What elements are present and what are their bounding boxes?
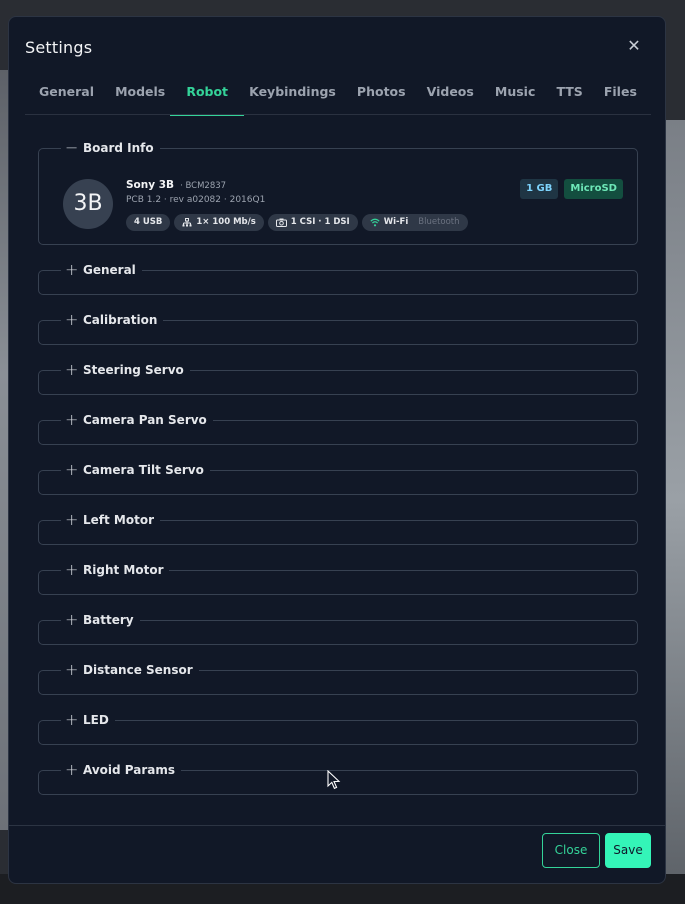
modal-title: Settings	[25, 38, 93, 57]
modal-footer: Close Save	[9, 825, 665, 883]
plus-icon: +	[65, 610, 79, 629]
tab-models[interactable]: Models	[115, 77, 165, 115]
tab-music[interactable]: Music	[495, 77, 535, 115]
section-header-battery[interactable]: + Battery	[61, 610, 140, 629]
usb-pill: 4 USB	[126, 214, 171, 231]
usb-label: 4 USB	[134, 217, 163, 227]
board-info-body: 3B Sony 3B · BCM2837 PCB 1.2 · rev a02082…	[63, 175, 623, 235]
section-title: LED	[83, 713, 109, 727]
board-badges: 1 GB MicroSD	[520, 179, 623, 199]
section-title: Steering Servo	[83, 363, 184, 377]
tab-videos[interactable]: Videos	[427, 77, 474, 115]
ethernet-label: 1× 100 Mb/s	[196, 217, 256, 227]
section-led: + LED	[38, 710, 638, 745]
board-capabilities: 4 USB 1× 100 Mb/s 1 CSI · 1 DSI Wi-Fi Bl…	[126, 214, 468, 231]
close-icon[interactable]: ✕	[627, 38, 641, 54]
section-title: Left Motor	[83, 513, 155, 527]
board-pcb-revision: PCB 1.2 · rev a02082 · 2016Q1	[126, 195, 266, 205]
section-calibration: + Calibration	[38, 310, 638, 345]
section-title: Camera Tilt Servo	[83, 463, 204, 477]
section-title: Calibration	[83, 313, 158, 327]
section-general: + General	[38, 260, 638, 295]
plus-icon: +	[65, 410, 79, 429]
wifi-label: Wi-Fi	[383, 217, 409, 227]
section-camera-tilt-servo: + Camera Tilt Servo	[38, 460, 638, 495]
plus-icon: +	[65, 460, 79, 479]
bluetooth-label: Bluetooth	[418, 217, 460, 227]
ram-badge: 1 GB	[520, 179, 559, 199]
plus-icon: +	[65, 260, 79, 279]
plus-icon: +	[65, 360, 79, 379]
plus-icon: +	[65, 310, 79, 329]
plus-icon: +	[65, 660, 79, 679]
section-distance-sensor: + Distance Sensor	[38, 660, 638, 695]
wireless-pill: Wi-Fi Bluetooth	[361, 214, 468, 231]
section-title: Distance Sensor	[83, 663, 193, 677]
camera-label: 1 CSI · 1 DSI	[290, 217, 350, 227]
section-header-distance-sensor[interactable]: + Distance Sensor	[61, 660, 199, 679]
section-right-motor: + Right Motor	[38, 560, 638, 595]
robot-settings-panel: − Board Info 3B Sony 3B · BCM2837 PCB 1.2…	[38, 138, 638, 813]
tab-tts[interactable]: TTS	[556, 77, 582, 115]
section-header-avoid-params[interactable]: + Avoid Params	[61, 760, 181, 779]
section-header-left-motor[interactable]: + Left Motor	[61, 510, 160, 529]
camera-pill: 1 CSI · 1 DSI	[267, 214, 358, 231]
tab-photos[interactable]: Photos	[357, 77, 406, 115]
section-title: Right Motor	[83, 563, 164, 577]
ethernet-pill: 1× 100 Mb/s	[174, 214, 264, 231]
minus-icon: −	[65, 138, 79, 157]
network-icon	[182, 218, 192, 227]
section-steering-servo: + Steering Servo	[38, 360, 638, 395]
tab-general[interactable]: General	[39, 77, 94, 115]
section-header-led[interactable]: + LED	[61, 710, 115, 729]
board-avatar: 3B	[63, 179, 113, 229]
section-header-right-motor[interactable]: + Right Motor	[61, 560, 169, 579]
modal-header: Settings ✕	[9, 17, 665, 77]
save-button[interactable]: Save	[605, 833, 651, 868]
board-chip: · BCM2837	[180, 181, 227, 191]
backdrop-right	[665, 120, 685, 880]
section-header-camera-pan-servo[interactable]: + Camera Pan Servo	[61, 410, 213, 429]
section-title: Board Info	[83, 141, 154, 155]
board-model-name: Sony 3B	[126, 179, 175, 191]
plus-icon: +	[65, 510, 79, 529]
section-camera-pan-servo: + Camera Pan Servo	[38, 410, 638, 445]
storage-badge: MicroSD	[564, 179, 623, 199]
section-header-general[interactable]: + General	[61, 260, 142, 279]
board-model: Sony 3B · BCM2837	[126, 179, 226, 191]
tab-keybindings[interactable]: Keybindings	[249, 77, 336, 115]
section-title: Camera Pan Servo	[83, 413, 207, 427]
section-battery: + Battery	[38, 610, 638, 645]
settings-modal: Settings ✕ General Models Robot Keybindi…	[8, 16, 666, 884]
section-header-calibration[interactable]: + Calibration	[61, 310, 163, 329]
section-header-steering-servo[interactable]: + Steering Servo	[61, 360, 190, 379]
section-left-motor: + Left Motor	[38, 510, 638, 545]
section-header-board-info[interactable]: − Board Info	[61, 138, 160, 157]
plus-icon: +	[65, 710, 79, 729]
section-board-info: − Board Info 3B Sony 3B · BCM2837 PCB 1.2…	[38, 138, 638, 245]
tab-bar: General Models Robot Keybindings Photos …	[25, 77, 651, 116]
plus-icon: +	[65, 560, 79, 579]
mouse-cursor-icon	[327, 770, 341, 790]
section-title: Battery	[83, 613, 134, 627]
section-header-camera-tilt-servo[interactable]: + Camera Tilt Servo	[61, 460, 210, 479]
close-button[interactable]: Close	[542, 833, 600, 868]
section-title: General	[83, 263, 136, 277]
plus-icon: +	[65, 760, 79, 779]
section-title: Avoid Params	[83, 763, 176, 777]
tab-files[interactable]: Files	[604, 77, 637, 115]
tab-robot[interactable]: Robot	[170, 77, 244, 116]
wifi-icon	[370, 218, 380, 227]
camera-icon	[275, 218, 287, 227]
